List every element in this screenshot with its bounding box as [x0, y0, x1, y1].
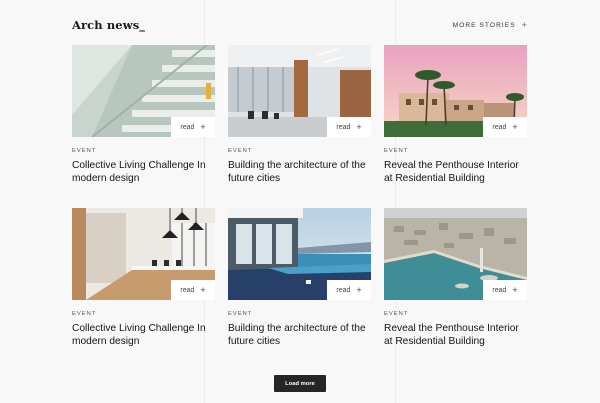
news-card[interactable]: read + EVENT Collective Living Challenge… — [72, 45, 215, 189]
news-grid: read + EVENT Collective Living Challenge… — [72, 45, 527, 352]
read-label: read — [492, 123, 507, 131]
read-label: read — [336, 286, 351, 294]
news-card[interactable]: read + EVENT Reveal the Penthouse Interi… — [384, 45, 527, 189]
news-header: Arch news_ MORE STORIES + — [72, 16, 528, 34]
read-button[interactable]: read + — [483, 117, 527, 137]
infinity-pool-villa-photo[interactable]: read + — [228, 208, 371, 300]
open-office-interior-photo[interactable]: read + — [72, 208, 215, 300]
category-tag: EVENT — [228, 311, 253, 317]
read-label: read — [492, 286, 507, 294]
news-card[interactable]: read + EVENT Reveal the Penthouse Interi… — [384, 208, 527, 352]
coastal-city-aerial-photo[interactable]: read + — [384, 208, 527, 300]
card-title[interactable]: Building the architecture of the future … — [228, 322, 371, 348]
category-tag: EVENT — [72, 148, 97, 154]
category-tag: EVENT — [384, 311, 409, 317]
load-more-button[interactable]: Load more — [274, 375, 326, 392]
read-button[interactable]: read + — [327, 280, 371, 300]
white-staircase-photo[interactable]: read + — [72, 45, 215, 137]
news-card[interactable]: read + EVENT Building the architecture o… — [228, 208, 371, 352]
card-title[interactable]: Reveal the Penthouse Interior at Residen… — [384, 322, 527, 348]
read-button[interactable]: read + — [483, 280, 527, 300]
card-title[interactable]: Collective Living Challenge In modern de… — [72, 322, 215, 348]
more-stories-link[interactable]: MORE STORIES + — [453, 20, 528, 30]
read-button[interactable]: read + — [171, 280, 215, 300]
card-title[interactable]: Collective Living Challenge In modern de… — [72, 159, 215, 185]
read-label: read — [180, 123, 195, 131]
category-tag: EVENT — [228, 148, 253, 154]
news-card[interactable]: read + EVENT Collective Living Challenge… — [72, 208, 215, 352]
news-card[interactable]: read + EVENT Building the architecture o… — [228, 45, 371, 189]
category-tag: EVENT — [384, 148, 409, 154]
plus-icon: + — [521, 20, 528, 30]
plus-icon: + — [200, 122, 206, 132]
read-label: read — [180, 286, 195, 294]
plus-icon: + — [512, 122, 518, 132]
card-title[interactable]: Building the architecture of the future … — [228, 159, 371, 185]
palm-tree-villas-photo[interactable]: read + — [384, 45, 527, 137]
section-title: Arch news_ — [72, 18, 146, 32]
plus-icon: + — [512, 285, 518, 295]
card-title[interactable]: Reveal the Penthouse Interior at Residen… — [384, 159, 527, 185]
read-button[interactable]: read + — [327, 117, 371, 137]
office-corridor-photo[interactable]: read + — [228, 45, 371, 137]
plus-icon: + — [200, 285, 206, 295]
read-button[interactable]: read + — [171, 117, 215, 137]
category-tag: EVENT — [72, 311, 97, 317]
read-label: read — [336, 123, 351, 131]
more-stories-label: MORE STORIES — [452, 21, 516, 29]
plus-icon: + — [356, 285, 362, 295]
plus-icon: + — [356, 122, 362, 132]
